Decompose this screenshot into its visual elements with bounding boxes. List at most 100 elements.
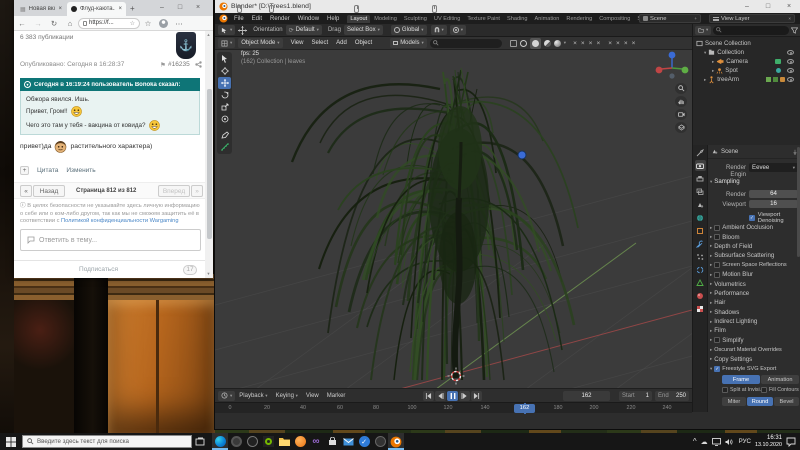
forward-button[interactable]: Вперед [158, 185, 190, 197]
new-tab-button[interactable]: + [130, 4, 135, 13]
taskbar-explorer-icon[interactable] [276, 433, 292, 450]
add-menu[interactable]: Add [332, 40, 351, 46]
maximize-button[interactable]: □ [759, 0, 777, 14]
scene-selector[interactable]: Scene + [639, 14, 701, 23]
render-samples-field[interactable]: 64 [749, 190, 798, 198]
object-menu[interactable]: Object [351, 40, 376, 46]
axis-navigation-gizmo[interactable] [653, 50, 691, 80]
visibility-eye-icon[interactable] [787, 77, 794, 82]
viewport-3d[interactable]: fps: 25 (162) Collection | leaves [215, 50, 692, 388]
section-freestyle-svg-export[interactable]: ▾✓Freestyle SVG Export [710, 364, 800, 373]
share-icon[interactable] [195, 61, 202, 68]
section-bloom[interactable]: ▸Bloom [710, 232, 800, 241]
section-performance[interactable]: ▸Performance [710, 289, 800, 298]
measure-tool[interactable] [218, 141, 231, 153]
post-number[interactable]: #16235 [168, 61, 190, 68]
zoom-icon[interactable] [675, 83, 687, 94]
freestyle-split-row[interactable]: Split at Invisi... [722, 387, 764, 393]
tab-close-icon[interactable]: × [58, 6, 62, 12]
scroll-down-icon[interactable]: ▼ [207, 271, 211, 276]
taskbar-search-input[interactable]: Введите здесь текст для поиска [22, 435, 192, 448]
taskbar-visual-studio-icon[interactable]: ∞ [308, 433, 324, 450]
outliner-search-input[interactable] [713, 26, 789, 35]
menu-edit[interactable]: Edit [248, 16, 266, 22]
taskbar-mail-icon[interactable] [340, 433, 356, 450]
playback-menu[interactable]: Playback ▾ [235, 393, 271, 399]
expand-icon[interactable]: ▸ [704, 77, 706, 83]
freestyle-animation-button[interactable]: Animation [761, 375, 799, 384]
taskbar-todo-icon[interactable]: ✓ [356, 433, 372, 450]
volume-icon[interactable] [725, 438, 733, 446]
flag-icon[interactable]: ⚑ [160, 61, 166, 69]
workspace-tab-uvediting[interactable]: UV Editing [431, 15, 463, 23]
editor-type-icon[interactable]: ▾ [218, 38, 235, 48]
task-view-button[interactable] [192, 433, 208, 450]
visibility-eye-icon[interactable] [787, 68, 794, 73]
jump-to-end-button[interactable] [471, 391, 482, 401]
section-volumetrics[interactable]: ▸Volumetrics [710, 279, 800, 288]
multiquote-button[interactable]: + [20, 166, 29, 175]
notification-center-icon[interactable] [786, 437, 796, 447]
taskbar-nvidia-icon[interactable] [260, 433, 276, 450]
next-keyframe-button[interactable] [459, 391, 470, 401]
taskbar-orange-app-icon[interactable] [292, 433, 308, 450]
texture-properties-tab[interactable] [695, 303, 706, 314]
workspace-tab-sculpting[interactable]: Sculpting [401, 15, 430, 23]
timeline-ruler[interactable]: 0 20 40 60 80 100 120 140 180 200 220 24… [215, 402, 692, 413]
expand-icon[interactable]: ▾ [704, 50, 706, 56]
particles-properties-tab[interactable] [695, 251, 706, 262]
playhead-frame-badge[interactable]: 162 [514, 404, 535, 413]
profile-avatar[interactable] [159, 19, 168, 28]
close-button[interactable]: × [780, 0, 798, 14]
section-subsurface-scattering[interactable]: ▸Subsurface Scattering [710, 251, 800, 260]
favorites-icon[interactable]: ☆ [140, 19, 156, 28]
material-properties-tab[interactable] [695, 290, 706, 301]
timeline-editor-icon[interactable]: ▾ [218, 391, 235, 401]
workspace-tab-layout[interactable]: Layout [347, 15, 370, 23]
outliner-row-scene-collection[interactable]: Scene Collection [696, 39, 797, 48]
start-button[interactable] [0, 433, 22, 450]
taskbar-blender-icon[interactable] [388, 433, 404, 450]
shading-material-icon[interactable] [544, 40, 551, 47]
sampling-section-header[interactable]: ▾Sampling [710, 178, 740, 185]
freestyle-fill-row[interactable]: Fill Contours [761, 387, 799, 393]
visibility-eye-icon[interactable] [787, 50, 794, 55]
section-copy-settings[interactable]: ▸Copy Settings [710, 354, 800, 363]
section-oscurart-material-overrides[interactable]: ▸Oscurart Material Overrides [710, 345, 800, 354]
expand-icon[interactable]: ▸ [712, 68, 714, 74]
shading-solid-icon[interactable] [530, 38, 541, 49]
select-menu[interactable]: Select [307, 40, 332, 46]
section-ambient-occlusion[interactable]: ▸Ambient Occlusion [710, 223, 800, 232]
transform-tool[interactable] [218, 113, 231, 125]
view-menu[interactable]: View [302, 393, 323, 399]
freestyle-frame-button[interactable]: Frame [722, 375, 760, 384]
current-frame-field[interactable]: 162 [563, 391, 610, 401]
transform-orientation-dropdown[interactable]: Global▾ [391, 25, 427, 35]
object-data-properties-tab[interactable] [695, 277, 706, 288]
workspace-tab-rendering[interactable]: Rendering [563, 15, 595, 23]
freestyle-round-button[interactable]: Round [747, 397, 773, 406]
visibility-eye-icon[interactable] [787, 59, 794, 64]
browser-tab-forum[interactable]: Флуд-каюта... × [67, 2, 126, 16]
section-checkbox[interactable] [714, 225, 720, 231]
section-checkbox[interactable] [714, 234, 720, 240]
section-motion-blur[interactable]: ▸Motion Blur [710, 270, 800, 279]
browser-scrollbar[interactable]: ▲ ▼ [205, 31, 213, 278]
workspace-tab-compositing[interactable]: Compositing [596, 15, 633, 23]
gizmo-toggle-icons[interactable]: ×××× [573, 40, 600, 47]
browser-tab-new[interactable]: ▦ Новая вкла... × [16, 2, 66, 16]
first-page-button[interactable]: « [20, 185, 32, 197]
favorite-star-icon[interactable]: ☆ [130, 20, 135, 27]
minimize-button[interactable]: – [738, 0, 756, 14]
outliner-row-treearm[interactable]: ▸ treeArm [696, 75, 797, 84]
view-layer-selector[interactable]: View Layer × [709, 14, 795, 23]
workspace-tab-animation[interactable]: Animation [532, 15, 563, 23]
back-button[interactable]: Назад [33, 185, 65, 197]
move-tool[interactable] [218, 77, 231, 89]
cursor-tool[interactable] [218, 65, 231, 77]
jump-to-start-button[interactable] [423, 391, 434, 401]
mode-dropdown[interactable]: Object Mode▾ [238, 38, 282, 48]
output-properties-tab[interactable] [695, 173, 706, 184]
taskbar-dark-app2-icon[interactable] [372, 433, 388, 450]
view-layer-properties-tab[interactable] [695, 186, 706, 197]
